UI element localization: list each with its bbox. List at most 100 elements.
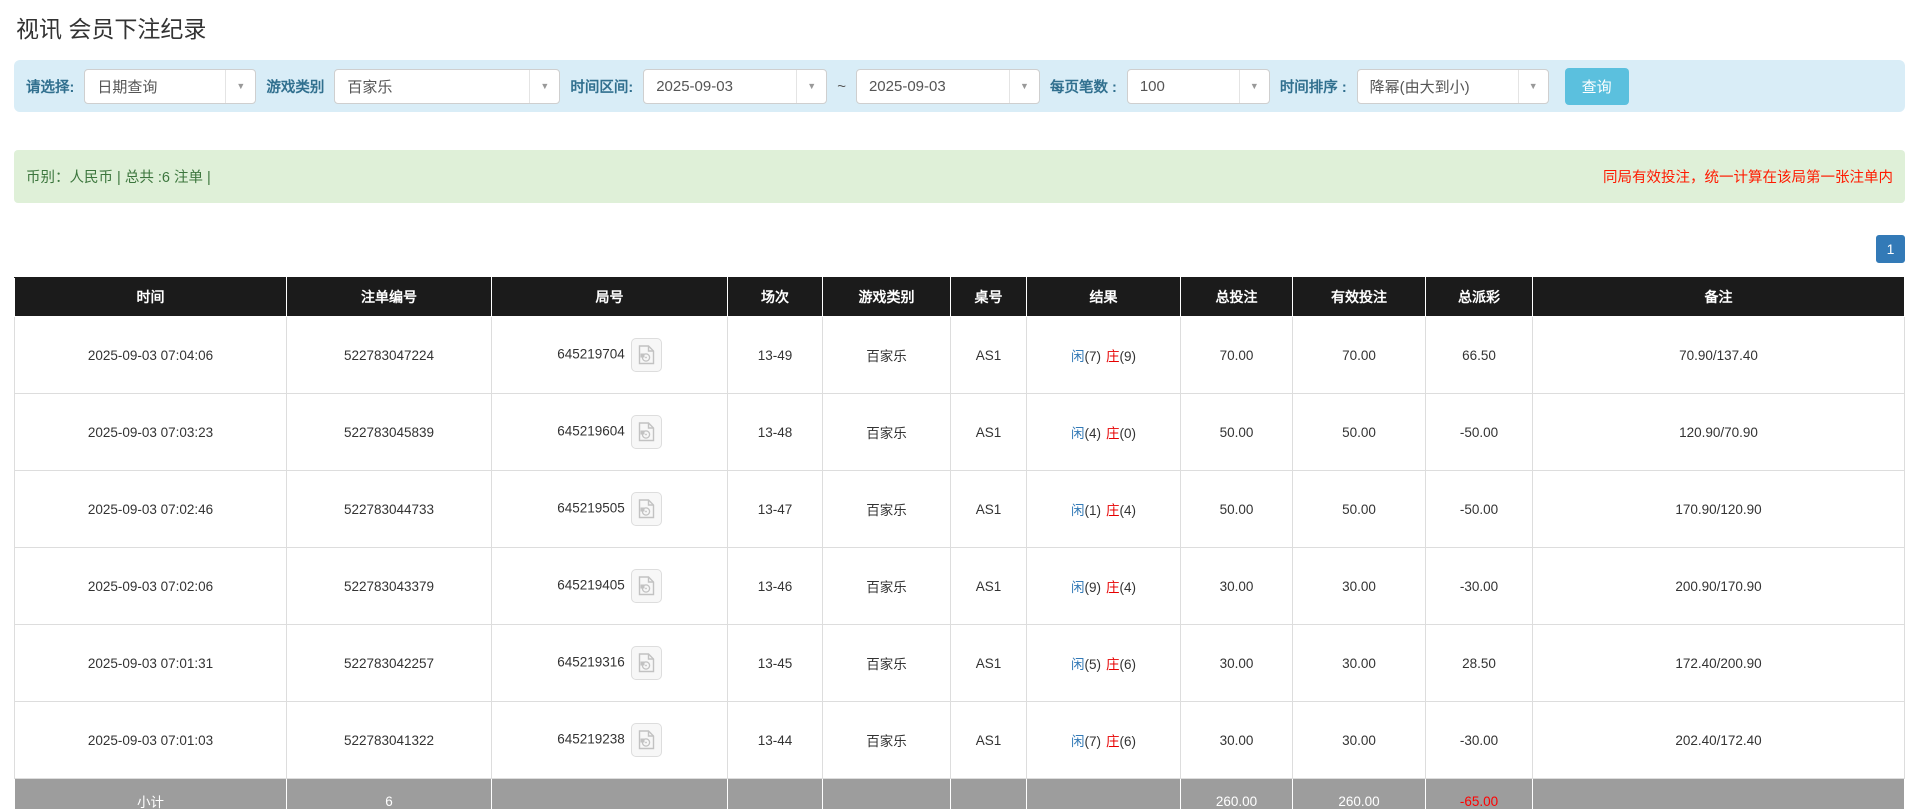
pagination-top: 1 xyxy=(14,235,1905,263)
cell-result: 闲(7)庄(9) xyxy=(1027,317,1181,394)
header-cell: 游戏类别 xyxy=(823,278,951,317)
page-size-label: 每页笔数 : xyxy=(1050,76,1117,97)
betting-records-table: 时间注单编号局号场次游戏类别桌号结果总投注有效投注总派彩备注 2025-09-0… xyxy=(14,277,1905,809)
cell-total-bet-link[interactable]: 30.00 xyxy=(1181,548,1293,625)
sort-value: 降幂(由大到小) xyxy=(1358,70,1518,103)
cell-game-category: 百家乐 xyxy=(823,471,951,548)
cell-remark: 200.90/170.90 xyxy=(1533,548,1905,625)
cell-game-category: 百家乐 xyxy=(823,394,951,471)
cell-valid-bet: 30.00 xyxy=(1293,548,1426,625)
page-1-button[interactable]: 1 xyxy=(1876,235,1905,263)
video-replay-button[interactable] xyxy=(631,569,662,603)
page-title: 视讯 会员下注纪录 xyxy=(16,10,1905,44)
cell-table-no: AS1 xyxy=(951,625,1027,702)
result-banker-score: (4) xyxy=(1120,580,1137,595)
game-category-select[interactable]: 百家乐 ▼ xyxy=(334,69,560,104)
result-player-label: 闲 xyxy=(1071,657,1085,672)
cell-game-category: 百家乐 xyxy=(823,317,951,394)
cell-time: 2025-09-03 07:01:31 xyxy=(15,625,287,702)
cell-valid-bet: 50.00 xyxy=(1293,471,1426,548)
video-replay-button[interactable] xyxy=(631,415,662,449)
cell-round-id: 645219316 xyxy=(492,625,728,702)
video-replay-button[interactable] xyxy=(631,646,662,680)
cell-bet-id: 522783045839 xyxy=(287,394,492,471)
date-to-select[interactable]: 2025-09-03 ▼ xyxy=(856,69,1040,104)
result-player-score: (1) xyxy=(1085,503,1102,518)
cell-total-bet-link[interactable]: 50.00 xyxy=(1181,394,1293,471)
date-from-select[interactable]: 2025-09-03 ▼ xyxy=(643,69,827,104)
header-cell: 注单编号 xyxy=(287,278,492,317)
video-replay-button[interactable] xyxy=(631,338,662,372)
cell-round-id: 645219238 xyxy=(492,702,728,779)
cell-payout: -30.00 xyxy=(1426,702,1533,779)
cell-valid-bet: 30.00 xyxy=(1293,625,1426,702)
result-player-label: 闲 xyxy=(1071,349,1085,364)
table-row: 2025-09-03 07:04:06 522783047224 6452197… xyxy=(15,317,1905,394)
cell-time: 2025-09-03 07:01:03 xyxy=(15,702,287,779)
subtotal-row: 小计 6 260.00 260.00 -65.00 xyxy=(15,779,1905,809)
filter-bar: 请选择: 日期查询 ▼ 游戏类别 百家乐 ▼ 时间区间: 2025-09-03 … xyxy=(14,60,1905,112)
table-header-row: 时间注单编号局号场次游戏类别桌号结果总投注有效投注总派彩备注 xyxy=(15,278,1905,317)
query-type-select[interactable]: 日期查询 ▼ xyxy=(84,69,256,104)
chevron-down-icon: ▼ xyxy=(529,70,559,103)
result-player-label: 闲 xyxy=(1071,580,1085,595)
page-size-select[interactable]: 100 ▼ xyxy=(1127,69,1270,104)
cell-session: 13-49 xyxy=(728,317,823,394)
cell-bet-id: 522783043379 xyxy=(287,548,492,625)
cell-valid-bet: 50.00 xyxy=(1293,394,1426,471)
cell-remark: 170.90/120.90 xyxy=(1533,471,1905,548)
cell-result: 闲(9) 庄(4) xyxy=(1027,548,1181,625)
subtotal-label: 小计 xyxy=(15,779,287,809)
video-file-icon xyxy=(638,422,655,442)
header-cell: 总派彩 xyxy=(1426,278,1533,317)
cell-result: 闲(1) 庄(4) xyxy=(1027,471,1181,548)
result-banker-label: 庄 xyxy=(1106,503,1120,518)
cell-round-id: 645219405 xyxy=(492,548,728,625)
cell-game-category: 百家乐 xyxy=(823,548,951,625)
result-player-label: 闲 xyxy=(1071,503,1085,518)
result-player-score: (9) xyxy=(1085,580,1102,595)
video-replay-button[interactable] xyxy=(631,492,662,526)
date-to-value: 2025-09-03 xyxy=(857,70,1009,103)
header-cell: 局号 xyxy=(492,278,728,317)
cell-result: 闲(5)庄(6) xyxy=(1027,625,1181,702)
cell-session: 13-48 xyxy=(728,394,823,471)
cell-game-category: 百家乐 xyxy=(823,702,951,779)
result-banker-label: 庄 xyxy=(1106,426,1120,441)
chevron-down-icon: ▼ xyxy=(1518,70,1548,103)
cell-round-id: 645219704 xyxy=(492,317,728,394)
header-cell: 桌号 xyxy=(951,278,1027,317)
summary-bar: 币别：人民币 | 总共 :6 注单 | 同局有效投注，统一计算在该局第一张注单内 xyxy=(14,150,1905,203)
round-id-text: 645219238 xyxy=(557,732,625,747)
cell-table-no: AS1 xyxy=(951,471,1027,548)
cell-payout: 28.50 xyxy=(1426,625,1533,702)
subtotal-valid-bet: 260.00 xyxy=(1293,779,1426,809)
cell-total-bet-link[interactable]: 30.00 xyxy=(1181,625,1293,702)
sort-select[interactable]: 降幂(由大到小) ▼ xyxy=(1357,69,1549,104)
subtotal-count: 6 xyxy=(287,779,492,809)
result-banker-score: (4) xyxy=(1120,503,1137,518)
cell-table-no: AS1 xyxy=(951,702,1027,779)
header-cell: 时间 xyxy=(15,278,287,317)
cell-remark: 70.90/137.40 xyxy=(1533,317,1905,394)
result-banker-score: (6) xyxy=(1120,657,1137,672)
cell-total-bet-link[interactable]: 50.00 xyxy=(1181,471,1293,548)
date-from-value: 2025-09-03 xyxy=(644,70,796,103)
cell-game-category: 百家乐 xyxy=(823,625,951,702)
page-size-value: 100 xyxy=(1128,70,1239,103)
cell-total-bet-link[interactable]: 30.00 xyxy=(1181,702,1293,779)
cell-total-bet-link[interactable]: 70.00 xyxy=(1181,317,1293,394)
cell-bet-id: 522783042257 xyxy=(287,625,492,702)
table-row: 2025-09-03 07:02:06 522783043379 6452194… xyxy=(15,548,1905,625)
cell-remark: 172.40/200.90 xyxy=(1533,625,1905,702)
cell-session: 13-44 xyxy=(728,702,823,779)
date-range-tilde: ~ xyxy=(837,78,846,95)
video-file-icon xyxy=(638,653,655,673)
result-banker-label: 庄 xyxy=(1106,580,1120,595)
search-button[interactable]: 查询 xyxy=(1565,68,1629,105)
table-row: 2025-09-03 07:01:03 522783041322 6452192… xyxy=(15,702,1905,779)
cell-bet-id: 522783047224 xyxy=(287,317,492,394)
cell-table-no: AS1 xyxy=(951,394,1027,471)
video-replay-button[interactable] xyxy=(631,723,662,757)
cell-remark: 120.90/70.90 xyxy=(1533,394,1905,471)
